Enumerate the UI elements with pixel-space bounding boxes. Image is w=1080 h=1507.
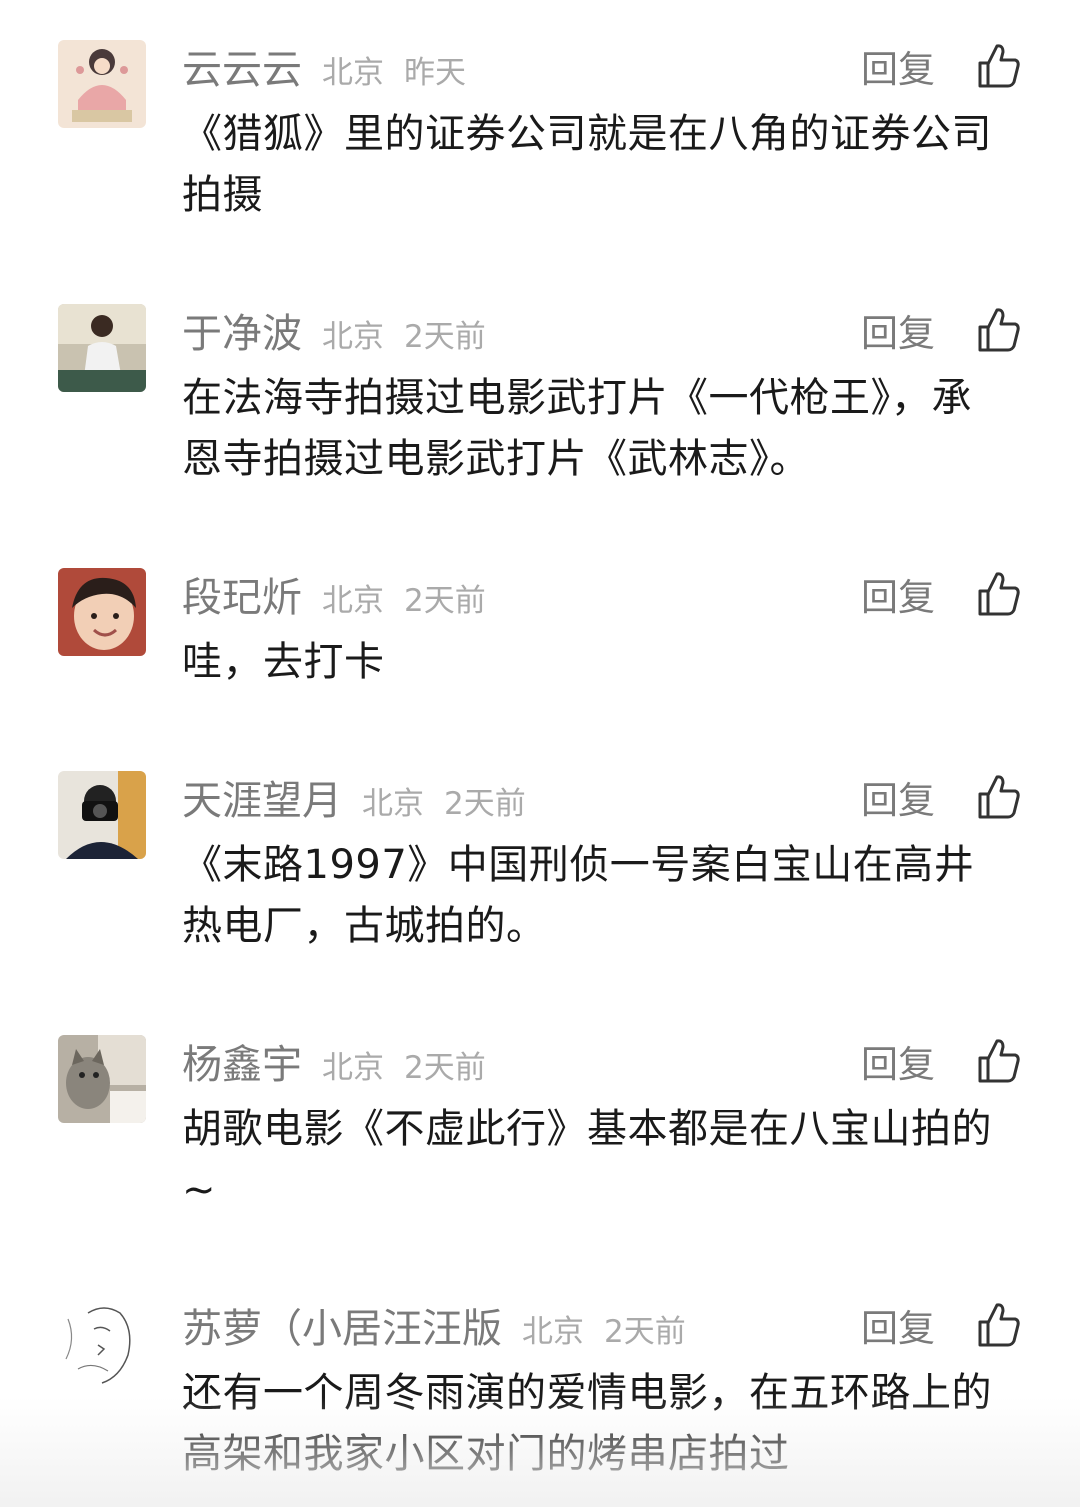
- username[interactable]: 苏萝（小居汪汪版: [182, 1301, 502, 1357]
- avatar[interactable]: [58, 771, 146, 859]
- timestamp: 2天前: [404, 1050, 486, 1086]
- comment-text-line: ~: [182, 1167, 217, 1213]
- comment-meta: 于净波 北京 2天前: [182, 306, 486, 362]
- timestamp: 2天前: [444, 786, 526, 822]
- avatar[interactable]: [58, 1035, 146, 1123]
- reply-button[interactable]: 回复: [861, 1037, 935, 1093]
- avatar[interactable]: [58, 1299, 146, 1387]
- username[interactable]: 杨鑫宇: [182, 1037, 302, 1093]
- thumbs-up-icon[interactable]: [974, 570, 1022, 618]
- avatar[interactable]: [58, 568, 146, 656]
- comment-text: 胡歌电影《不虚此行》基本都是在八宝山拍的 ~: [182, 1099, 1024, 1221]
- timestamp: 2天前: [404, 319, 486, 355]
- comment-text-line: 恩寺拍摄过电影武打片《武林志》。: [182, 436, 810, 482]
- comment-text-line: 胡歌电影《不虚此行》基本都是在八宝山拍的: [182, 1106, 992, 1152]
- reply-button[interactable]: 回复: [861, 773, 935, 829]
- comment-text-line: 《猎狐》里的证券公司就是在八角的证券公司: [182, 111, 992, 157]
- username[interactable]: 于净波: [182, 306, 302, 362]
- comment-text: 《末路1997》中国刑侦一号案白宝山在高井 热电厂，古城拍的。: [182, 835, 1024, 957]
- location-label: 北京: [362, 786, 424, 822]
- avatar[interactable]: [58, 304, 146, 392]
- comment-text-line: 《末路1997》中国刑侦一号案白宝山在高井: [182, 842, 975, 888]
- location-label: 北京: [322, 319, 384, 355]
- comment-text-line: 热电厂，古城拍的。: [182, 903, 547, 949]
- username[interactable]: 云云云: [182, 42, 302, 98]
- comment-meta: 苏萝（小居汪汪版 北京 2天前: [182, 1301, 686, 1357]
- comment-text-line: 哇，去打卡: [182, 639, 385, 685]
- username[interactable]: 天涯望月: [182, 773, 342, 829]
- thumbs-up-icon[interactable]: [974, 773, 1022, 821]
- location-label: 北京: [322, 55, 384, 91]
- reply-button[interactable]: 回复: [861, 42, 935, 98]
- location-label: 北京: [322, 1050, 384, 1086]
- thumbs-up-icon[interactable]: [974, 306, 1022, 354]
- comment-meta: 云云云 北京 昨天: [182, 42, 466, 98]
- reply-button[interactable]: 回复: [861, 570, 935, 626]
- location-label: 北京: [322, 583, 384, 619]
- thumbs-up-icon[interactable]: [974, 1301, 1022, 1349]
- timestamp: 2天前: [604, 1314, 686, 1350]
- comment-text: 还有一个周冬雨演的爱情电影，在五环路上的 高架和我家小区对门的烤串店拍过: [182, 1363, 1024, 1485]
- reply-button[interactable]: 回复: [861, 1301, 935, 1357]
- thumbs-up-icon[interactable]: [974, 1037, 1022, 1085]
- comment-meta: 天涯望月 北京 2天前: [182, 773, 526, 829]
- comment-text-line: 还有一个周冬雨演的爱情电影，在五环路上的: [182, 1370, 992, 1416]
- comment-meta: 杨鑫宇 北京 2天前: [182, 1037, 486, 1093]
- comment-text-line: 在法海寺拍摄过电影武打片《一代枪王》，承: [182, 375, 972, 421]
- timestamp: 昨天: [404, 55, 466, 91]
- comment-text-line: 高架和我家小区对门的烤串店拍过: [182, 1431, 790, 1477]
- timestamp: 2天前: [404, 583, 486, 619]
- comment-text: 《猎狐》里的证券公司就是在八角的证券公司 拍摄: [182, 104, 1024, 226]
- comment-meta: 段玘炘 北京 2天前: [182, 570, 486, 626]
- reply-button[interactable]: 回复: [861, 306, 935, 362]
- location-label: 北京: [522, 1314, 584, 1350]
- avatar[interactable]: [58, 40, 146, 128]
- comment-text-line: 拍摄: [182, 172, 263, 218]
- thumbs-up-icon[interactable]: [974, 42, 1022, 90]
- comment-text: 哇，去打卡: [182, 632, 1024, 693]
- comment-text: 在法海寺拍摄过电影武打片《一代枪王》，承 恩寺拍摄过电影武打片《武林志》。: [182, 368, 1024, 490]
- username[interactable]: 段玘炘: [182, 570, 302, 626]
